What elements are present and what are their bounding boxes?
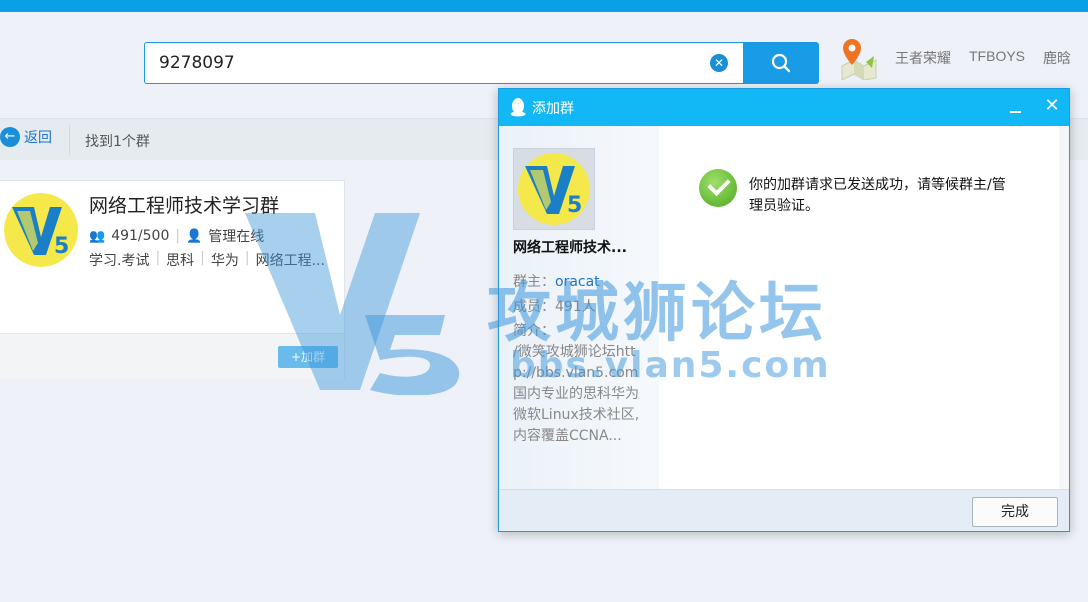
dialog-scrollbar[interactable]	[1059, 126, 1069, 489]
member-count: 491/500	[111, 228, 170, 244]
back-label: 返回	[24, 130, 52, 146]
svg-text:5: 5	[54, 234, 69, 259]
stats-divider: |	[175, 228, 181, 244]
search-icon	[771, 53, 791, 73]
group-tags: 学习.考试 | 思科 | 华为 | 网络工程...	[89, 250, 325, 270]
card-footer: +加群	[0, 333, 344, 379]
admin-icon: 👤	[186, 228, 203, 244]
back-button[interactable]: ← 返回	[0, 127, 52, 147]
done-button[interactable]: 完成	[972, 497, 1058, 527]
group-avatar[interactable]: 5	[4, 193, 78, 267]
tag-divider: |	[155, 250, 161, 266]
people-icon: 👥	[89, 228, 106, 244]
minimize-icon[interactable]	[1005, 97, 1025, 117]
dialog-group-name: 网络工程师技术...	[513, 240, 627, 256]
success-check-icon	[699, 169, 737, 207]
dialog-group-avatar: 5	[513, 148, 595, 230]
tag: 华为	[210, 253, 239, 269]
message-text: 你的加群请求已发送成功，请等候群主/管理员验证。	[749, 177, 1006, 214]
hot-search-links: 王者荣耀 TFBOYS 鹿晗	[895, 48, 1071, 68]
search-button[interactable]	[743, 42, 819, 84]
close-icon[interactable]: ✕	[1042, 95, 1062, 117]
qq-group-search-window: ✕ 王者荣耀 TFBOYS 鹿晗 ← 返回 找到1个群	[0, 0, 1088, 602]
success-message: 你的加群请求已发送成功，请等候群主/管理员验证。	[699, 169, 1019, 217]
group-title[interactable]: 网络工程师技术学习群	[89, 191, 279, 218]
tag-divider: |	[244, 250, 250, 266]
hot-link[interactable]: 鹿晗	[1043, 48, 1071, 68]
tag: 网络工程...	[255, 253, 325, 269]
admin-status: 管理在线	[208, 229, 265, 245]
dialog-titlebar[interactable]: 添加群 ✕	[499, 89, 1069, 126]
search-input[interactable]	[159, 43, 699, 83]
top-bar	[0, 0, 1088, 12]
map-pin-icon[interactable]	[838, 36, 878, 80]
back-arrow-icon: ←	[0, 127, 20, 147]
watermark-text: 攻城狮论坛	[487, 277, 827, 351]
svg-text:5: 5	[567, 193, 582, 218]
hot-link[interactable]: TFBOYS	[969, 48, 1025, 68]
watermark-url: bbs.vlan5.com	[510, 345, 831, 386]
group-stats: 👥 491/500 | 👤 管理在线	[89, 226, 264, 246]
group-result-card[interactable]: 5 网络工程师技术学习群 👥 491/500 | 👤 管理在线 学习.考试 | …	[0, 180, 345, 379]
tag: 思科	[166, 253, 195, 269]
tag: 学习.考试	[89, 253, 150, 269]
result-count: 找到1个群	[85, 134, 150, 150]
tag-divider: |	[200, 250, 205, 266]
dialog-footer: 完成	[499, 489, 1069, 531]
toolbar-divider	[69, 125, 70, 155]
join-group-button[interactable]: +加群	[278, 346, 338, 368]
hot-link[interactable]: 王者荣耀	[895, 48, 951, 68]
clear-icon[interactable]: ✕	[710, 54, 728, 72]
dialog-title: 添加群	[532, 101, 574, 117]
search-box: ✕	[144, 42, 744, 84]
qq-penguin-icon	[510, 98, 526, 117]
